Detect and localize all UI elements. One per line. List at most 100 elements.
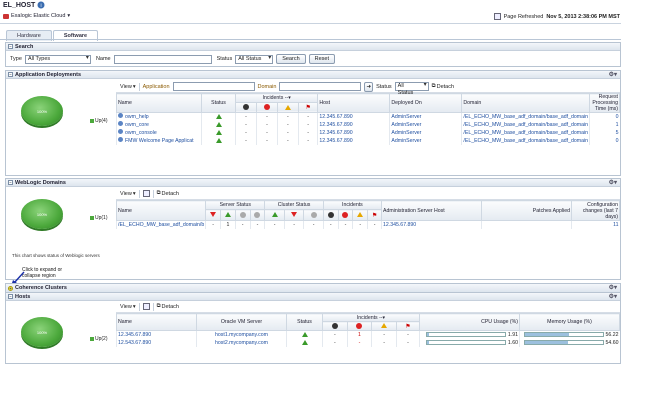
incident-critical: 1 [346, 330, 372, 339]
legend-label: Up(4) [95, 118, 108, 124]
deployed-on-link[interactable]: AdminServer [389, 120, 462, 129]
deployed-on-link[interactable]: AdminServer [389, 136, 462, 145]
detach-label: Detach [161, 190, 179, 197]
detach-button[interactable]: ⧉ Detach [432, 83, 454, 90]
view-menu[interactable]: View ▾ [120, 84, 136, 90]
page-refresh: Page Refreshed Nov 5, 2013 2:38:06 PM MS… [493, 13, 620, 20]
search-title: Search [15, 43, 34, 50]
status-select[interactable]: All Status [235, 54, 274, 64]
go-arrow-icon[interactable]: ➜ [364, 81, 374, 92]
col-name[interactable]: Name [115, 200, 207, 221]
gear-icon[interactable]: ⚙▾ [609, 179, 617, 186]
detach-button[interactable]: ⧉ Detach [157, 303, 179, 310]
table-row[interactable]: 12.543.67.890 host2.mycompany.com - - - - 1.6… [116, 338, 620, 347]
view-menu[interactable]: View ▾ [120, 304, 136, 310]
header-divider [0, 23, 621, 24]
col-cpu[interactable]: CPU Usage (%) [419, 313, 520, 331]
col-incidents: Incidents --▾ [322, 313, 420, 322]
domain-input[interactable] [279, 82, 362, 91]
host-name-link[interactable]: 12.345.67.890 [116, 330, 197, 339]
vm-server-link[interactable]: host2.mycompany.com [196, 338, 287, 347]
gear-icon[interactable]: ⚙▾ [609, 284, 617, 291]
deployed-on-link[interactable]: AdminServer [389, 112, 462, 121]
hosts-header: − Hosts ⚙▾ [6, 293, 620, 301]
app-name-link[interactable]: owm_core [125, 122, 149, 128]
collapse-icon[interactable]: − [8, 44, 13, 49]
reset-button[interactable]: Reset [308, 54, 336, 64]
status-select[interactable]: All Status [394, 82, 429, 96]
col-name[interactable]: Name [116, 93, 202, 113]
table-row[interactable]: owm_help - - - -12.345.67.890 AdminServer/EL_… [116, 112, 620, 121]
incident-critical: - [337, 220, 353, 229]
gear-icon[interactable]: ⚙▾ [609, 71, 617, 78]
info-icon[interactable]: i [37, 1, 45, 9]
sort-icon[interactable]: --▾ [285, 95, 291, 101]
configure-icon[interactable] [142, 190, 150, 197]
table-row[interactable]: owm_core - - - -12.345.67.890 AdminServer/EL_… [116, 120, 620, 129]
status-up-icon [201, 112, 236, 121]
cpu-usage-fill [427, 340, 429, 344]
view-menu[interactable]: View ▾ [120, 191, 136, 197]
search-button[interactable]: Search [276, 54, 306, 64]
domain-name-link[interactable]: /EL_ECHO_MW_base_adf_domain/b [115, 220, 206, 229]
domain-link[interactable]: /EL_ECHO_MW_base_adf_domain/base_adf_dom… [461, 136, 590, 145]
vm-server-link[interactable]: host1.mycompany.com [196, 330, 287, 339]
admin-host-link[interactable]: 12.345.67.890 [381, 220, 482, 229]
incident-fatal: - [235, 120, 257, 129]
col-domain[interactable]: Domain [461, 93, 590, 113]
detach-button[interactable]: ⧉ Detach [157, 190, 179, 197]
host-link[interactable]: 12.345.67.890 [317, 136, 390, 145]
domain-link[interactable]: /EL_ECHO_MW_base_adf_domain/base_adf_dom… [461, 120, 590, 129]
col-patches[interactable]: Patches Applied [481, 200, 572, 221]
cluster-down-count: - [283, 220, 304, 229]
application-input[interactable] [172, 82, 255, 91]
status-label: Status [376, 83, 392, 90]
gear-icon[interactable]: ⚙▾ [609, 293, 617, 300]
collapse-icon[interactable]: − [8, 294, 13, 299]
app-name-cell[interactable]: owm_console [116, 128, 202, 137]
col-processing-time[interactable]: Request Processing Time (ms) [589, 93, 620, 113]
app-name-link[interactable]: FMW Welcome Page Applicat [125, 138, 194, 144]
table-row[interactable]: FMW Welcome Page Applicat - - - -12.345.67.8… [116, 136, 620, 145]
configure-icon[interactable] [142, 303, 150, 310]
refresh-icon[interactable] [493, 13, 501, 20]
type-select[interactable]: All Types [24, 54, 91, 64]
app-name-link[interactable]: owm_help [125, 114, 149, 120]
col-name[interactable]: Name [116, 313, 197, 331]
col-status[interactable]: Status [201, 93, 236, 113]
col-host[interactable]: Host [317, 93, 391, 113]
table-row[interactable]: /EL_ECHO_MW_base_adf_domain/b - 1 - - - … [115, 220, 620, 229]
chart-legend: Up(2) [90, 336, 108, 342]
col-vm-server[interactable]: Oracle VM Server [196, 313, 287, 331]
col-admin-host[interactable]: Administration Server Host [381, 200, 482, 221]
app-toolbar: View ▾ Application Domain ➜ Status All St… [116, 81, 620, 96]
name-label: Name [95, 56, 111, 62]
table-row[interactable]: owm_console - - - -12.345.67.890 AdminServer /… [116, 128, 620, 137]
host-link[interactable]: 12.345.67.890 [317, 120, 390, 129]
app-name-link[interactable]: owm_console [125, 130, 157, 136]
deployed-on-link[interactable]: AdminServer [389, 128, 462, 137]
expand-icon[interactable]: + [8, 285, 13, 291]
incident-critical: - [255, 128, 278, 137]
collapse-icon[interactable]: − [8, 180, 13, 185]
app-name-cell[interactable]: owm_core [116, 120, 202, 129]
name-input[interactable] [113, 54, 212, 64]
sort-icon[interactable]: --▾ [379, 315, 385, 321]
col-config-changes[interactable]: Configuration changes (last 7 days) [571, 200, 620, 221]
app-name-cell[interactable]: owm_help [116, 112, 202, 121]
table-row[interactable]: 12.345.67.890 host1.mycompany.com -1- - 1.9… [116, 330, 620, 339]
target-menu[interactable]: Exalogic Elastic Cloud ▾ [3, 13, 70, 19]
toolbar-separator [138, 189, 140, 198]
col-memory[interactable]: Memory Usage (%) [519, 313, 620, 331]
host-link[interactable]: 12.345.67.890 [317, 128, 390, 137]
app-icon [118, 113, 123, 119]
col-status[interactable]: Status [286, 313, 323, 331]
pie-chart: 100% [21, 96, 63, 126]
domain-link[interactable]: /EL_ECHO_MW_base_adf_domain/base_adf_dom… [461, 112, 590, 121]
app-name-cell[interactable]: FMW Welcome Page Applicat [116, 136, 202, 145]
host-link[interactable]: 12.345.67.890 [317, 112, 390, 121]
config-changes-link[interactable]: 11 [571, 220, 620, 229]
collapse-icon[interactable]: − [8, 72, 13, 77]
host-name-link[interactable]: 12.543.67.890 [116, 338, 197, 347]
domain-link[interactable]: /EL_ECHO_MW_base_adf_domain/base_adf_dom… [461, 128, 590, 137]
